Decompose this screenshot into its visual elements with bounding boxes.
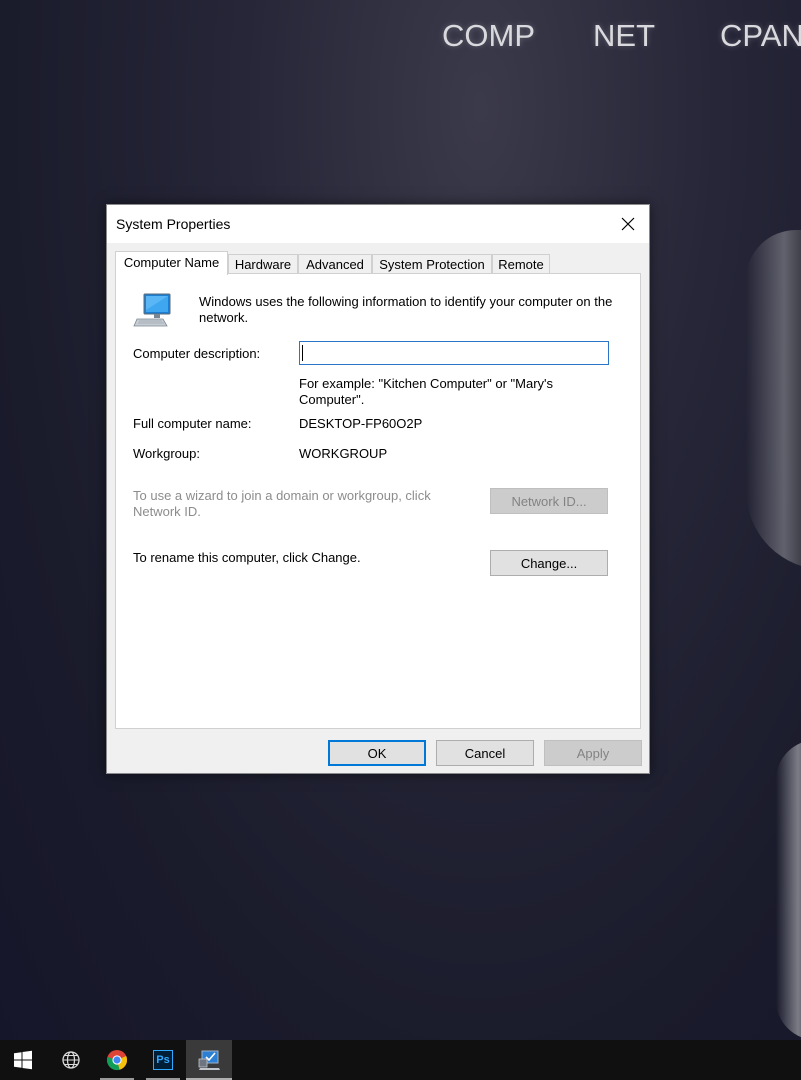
network-id-button[interactable]: Network ID... bbox=[490, 488, 608, 514]
computer-name-panel: Windows uses the following information t… bbox=[115, 273, 641, 729]
tab-computer-name[interactable]: Computer Name bbox=[115, 251, 228, 275]
close-button[interactable] bbox=[607, 205, 649, 243]
change-button[interactable]: Change... bbox=[490, 550, 608, 576]
wallpaper-figure bbox=[746, 230, 801, 570]
wallpaper-figure-lower bbox=[776, 740, 801, 1040]
taskbar-system-properties[interactable] bbox=[186, 1040, 232, 1080]
tab-remote[interactable]: Remote bbox=[492, 254, 550, 273]
info-text: Windows uses the following information t… bbox=[199, 294, 613, 325]
tab-hardware[interactable]: Hardware bbox=[228, 254, 298, 273]
wizard-text: To use a wizard to join a domain or work… bbox=[133, 488, 431, 519]
start-button[interactable] bbox=[0, 1040, 46, 1080]
full-computer-name-value: DESKTOP-FP60O2P bbox=[299, 416, 423, 431]
network-globe-icon bbox=[62, 1051, 80, 1069]
taskbar: Ps bbox=[0, 1040, 801, 1080]
taskbar-chrome[interactable] bbox=[94, 1040, 140, 1080]
dialog-titlebar[interactable]: System Properties bbox=[107, 205, 649, 243]
system-properties-icon bbox=[198, 1050, 220, 1070]
dialog-title: System Properties bbox=[116, 216, 231, 232]
wallpaper-label-net: NET bbox=[593, 18, 655, 53]
taskbar-network[interactable] bbox=[48, 1040, 94, 1080]
photoshop-icon-text: Ps bbox=[156, 1054, 170, 1066]
chrome-icon bbox=[107, 1050, 128, 1071]
cancel-button[interactable]: Cancel bbox=[436, 740, 534, 766]
computer-icon bbox=[133, 292, 173, 335]
tab-advanced[interactable]: Advanced bbox=[298, 254, 372, 273]
wallpaper-label-cpan: CPAN bbox=[720, 18, 801, 53]
rename-text: To rename this computer, click Change. bbox=[133, 550, 361, 565]
ok-button[interactable]: OK bbox=[328, 740, 426, 766]
wallpaper-labels: COMP NET CPAN bbox=[0, 18, 801, 78]
photoshop-icon: Ps bbox=[153, 1050, 173, 1070]
close-icon bbox=[621, 217, 635, 231]
wallpaper-label-comp: COMP bbox=[442, 18, 535, 53]
tab-system-protection[interactable]: System Protection bbox=[372, 254, 492, 273]
text-caret bbox=[302, 345, 303, 361]
full-computer-name-label: Full computer name: bbox=[133, 416, 252, 431]
computer-description-input[interactable] bbox=[299, 341, 609, 365]
workgroup-value: WORKGROUP bbox=[299, 446, 388, 461]
example-text: For example: "Kitchen Computer" or "Mary… bbox=[299, 376, 554, 407]
system-properties-dialog: System Properties Computer Name Hardware… bbox=[106, 204, 650, 774]
apply-button[interactable]: Apply bbox=[544, 740, 642, 766]
start-icon bbox=[14, 1050, 32, 1070]
taskbar-photoshop[interactable]: Ps bbox=[140, 1040, 186, 1080]
computer-description-label: Computer description: bbox=[133, 346, 261, 361]
workgroup-label: Workgroup: bbox=[133, 446, 200, 461]
